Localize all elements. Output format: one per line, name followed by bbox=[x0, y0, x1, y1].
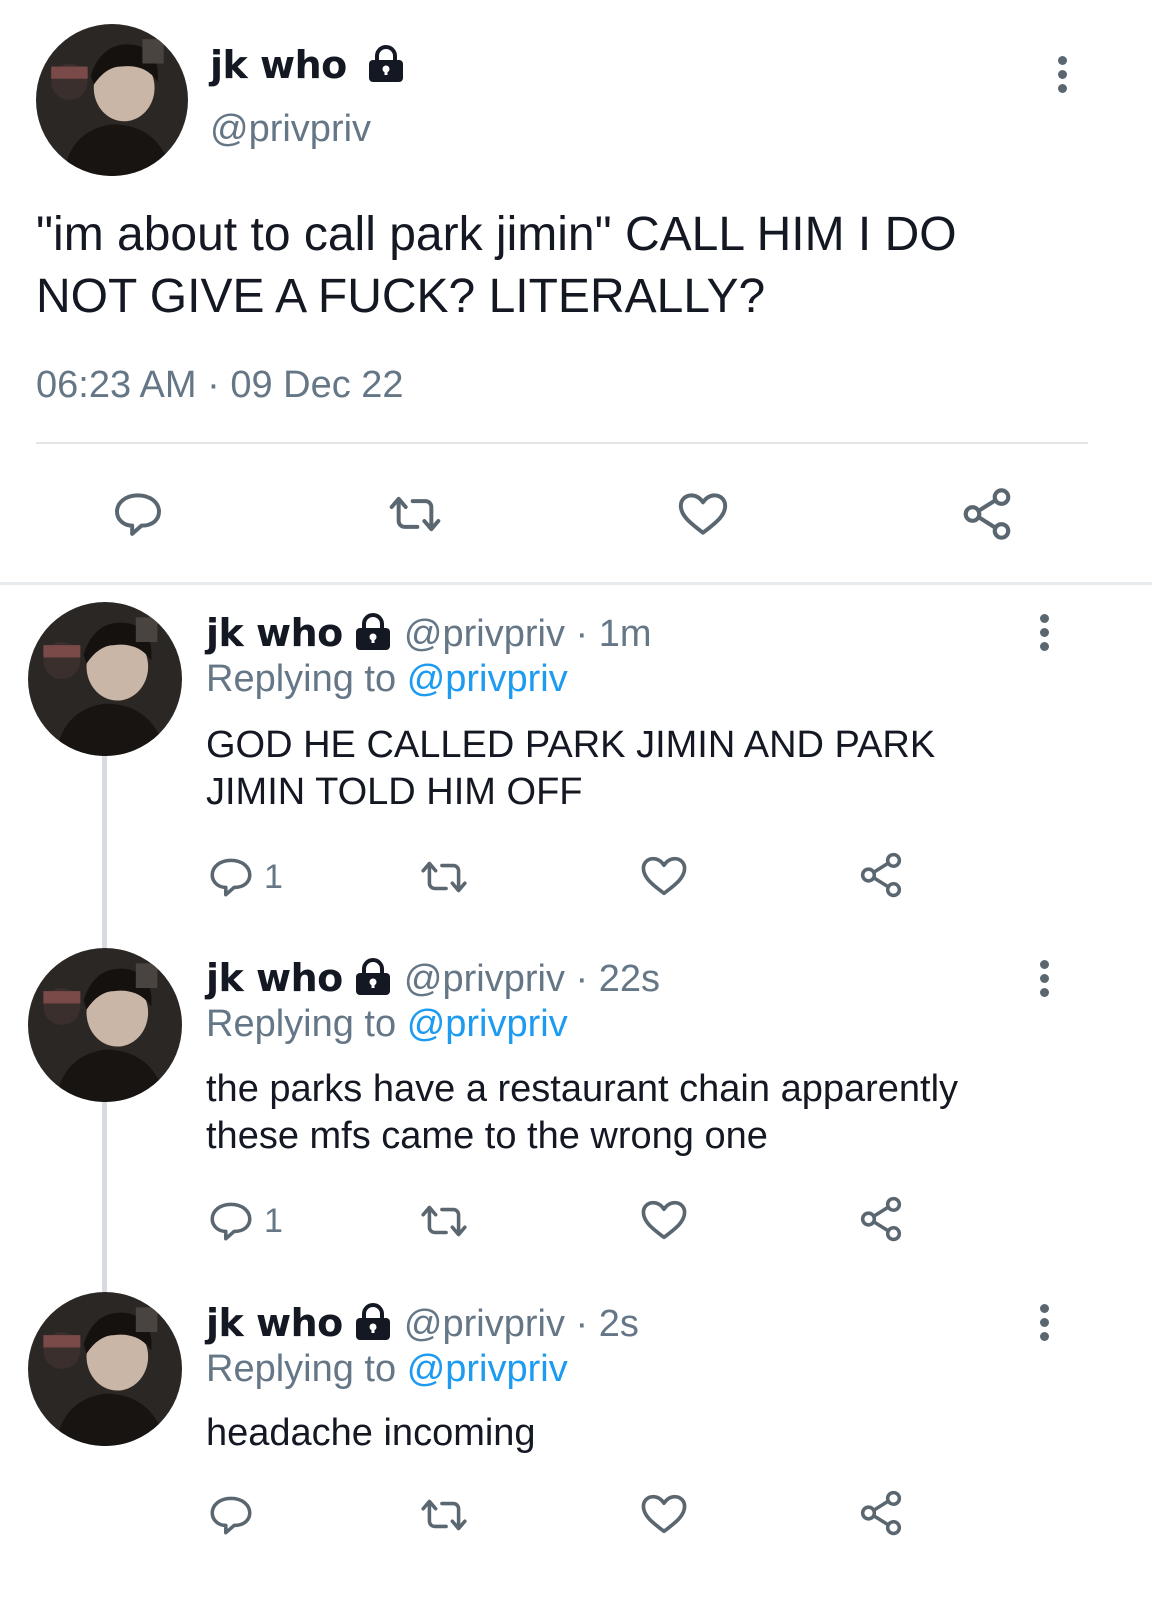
time: 06:23 AM bbox=[36, 364, 197, 406]
lock-icon bbox=[356, 1302, 391, 1340]
section-divider bbox=[0, 582, 1152, 585]
reply-button[interactable]: 1 bbox=[206, 852, 283, 902]
more-vertical-icon[interactable] bbox=[1038, 614, 1050, 656]
more-vertical-icon[interactable] bbox=[1056, 56, 1068, 98]
separator: · bbox=[575, 1303, 589, 1345]
more-vertical-icon[interactable] bbox=[1038, 960, 1050, 1002]
like-button[interactable] bbox=[638, 1194, 690, 1246]
reply-header: jk who @privpriv · 22s bbox=[206, 955, 660, 1002]
tweet-text: GOD HE CALLED PARK JIMIN AND PARK JIMIN … bbox=[206, 722, 935, 816]
share-icon bbox=[860, 1196, 902, 1242]
retweet-icon bbox=[389, 496, 441, 532]
more-vertical-icon[interactable] bbox=[1038, 1304, 1050, 1346]
lock-icon bbox=[368, 44, 403, 82]
handle[interactable]: @privpriv bbox=[210, 108, 371, 151]
avatar[interactable] bbox=[28, 1292, 182, 1446]
age: 22s bbox=[598, 958, 661, 1000]
share-button[interactable] bbox=[856, 1192, 906, 1246]
lock-icon bbox=[356, 612, 391, 650]
tweet-text-line: these mfs came to the wrong one bbox=[206, 1115, 768, 1157]
separator: · bbox=[575, 613, 589, 655]
display-name[interactable]: jk who bbox=[206, 956, 343, 1000]
retweet-button[interactable] bbox=[414, 1490, 474, 1540]
lock-icon bbox=[356, 957, 391, 995]
like-button[interactable] bbox=[638, 1488, 690, 1540]
share-button[interactable] bbox=[958, 484, 1016, 544]
tweet-text-line: "im about to call park jimin" CALL HIM I… bbox=[36, 208, 957, 261]
display-name-text[interactable]: jk who bbox=[210, 43, 347, 87]
replying-prefix: Replying to bbox=[206, 1003, 397, 1045]
retweet-icon bbox=[421, 1205, 467, 1237]
heart-icon bbox=[641, 856, 687, 896]
age: 2s bbox=[598, 1303, 639, 1345]
heart-icon bbox=[641, 1200, 687, 1240]
replying-handle-link[interactable]: @privpriv bbox=[407, 1348, 568, 1390]
replying-handle-link[interactable]: @privpriv bbox=[407, 658, 568, 700]
tweet-text-line: NOT GIVE A FUCK? LITERALLY? bbox=[36, 270, 766, 323]
display-name[interactable]: jk who bbox=[206, 1301, 343, 1345]
reply-count: 1 bbox=[264, 857, 283, 896]
retweet-icon bbox=[421, 861, 467, 893]
reply-header: jk who @privpriv · 1m bbox=[206, 610, 652, 657]
replying-handle-link[interactable]: @privpriv bbox=[407, 1003, 568, 1045]
tweet-text-line: GOD HE CALLED PARK JIMIN AND PARK bbox=[206, 724, 936, 766]
tweet-text-line: headache incoming bbox=[206, 1412, 536, 1454]
tweet-text-line: JIMIN TOLD HIM OFF bbox=[206, 771, 583, 813]
handle[interactable]: @privpriv bbox=[404, 1303, 565, 1345]
tweet-text-line: the parks have a restaurant chain appare… bbox=[206, 1068, 959, 1110]
like-button[interactable] bbox=[638, 850, 690, 902]
share-icon bbox=[860, 852, 902, 898]
tweet-text: "im about to call park jimin" CALL HIM I… bbox=[36, 204, 957, 328]
reply-icon bbox=[210, 858, 252, 897]
replying-to: Replying to @privpriv bbox=[206, 1003, 568, 1046]
tweet-text: headache incoming bbox=[206, 1410, 536, 1457]
reply-count: 1 bbox=[264, 1201, 283, 1240]
separator: · bbox=[207, 364, 220, 406]
heart-icon bbox=[678, 493, 728, 535]
reply-icon bbox=[210, 1202, 252, 1241]
tweet-text: the parks have a restaurant chain appare… bbox=[206, 1066, 958, 1160]
timestamp: 06:23 AM · 09 Dec 22 bbox=[36, 364, 404, 407]
reply-button[interactable]: 1 bbox=[206, 1196, 283, 1246]
handle[interactable]: @privpriv bbox=[404, 613, 565, 655]
display-name[interactable]: jk who bbox=[206, 611, 343, 655]
replying-prefix: Replying to bbox=[206, 1348, 397, 1390]
replying-to: Replying to @privpriv bbox=[206, 658, 568, 701]
retweet-button[interactable] bbox=[414, 1196, 474, 1246]
retweet-button[interactable] bbox=[382, 486, 448, 542]
avatar[interactable] bbox=[36, 24, 188, 176]
like-button[interactable] bbox=[674, 486, 732, 542]
retweet-button[interactable] bbox=[414, 852, 474, 902]
reply-icon bbox=[210, 1496, 252, 1535]
retweet-icon bbox=[421, 1499, 467, 1531]
reply-icon bbox=[115, 493, 161, 536]
share-button[interactable] bbox=[856, 848, 906, 902]
handle[interactable]: @privpriv bbox=[404, 958, 565, 1000]
display-name[interactable]: jk who bbox=[210, 42, 406, 88]
share-button[interactable] bbox=[856, 1486, 906, 1540]
replying-to: Replying to @privpriv bbox=[206, 1348, 568, 1391]
heart-icon bbox=[641, 1494, 687, 1534]
divider bbox=[36, 442, 1088, 444]
share-icon bbox=[963, 488, 1011, 540]
replying-prefix: Replying to bbox=[206, 658, 397, 700]
separator: · bbox=[575, 958, 589, 1000]
age: 1m bbox=[598, 613, 652, 655]
reply-button[interactable] bbox=[206, 1490, 256, 1540]
share-icon bbox=[860, 1490, 902, 1536]
reply-button[interactable] bbox=[110, 486, 166, 542]
avatar[interactable] bbox=[28, 602, 182, 756]
avatar[interactable] bbox=[28, 948, 182, 1102]
reply-header: jk who @privpriv · 2s bbox=[206, 1300, 639, 1347]
date: 09 Dec 22 bbox=[230, 364, 404, 406]
